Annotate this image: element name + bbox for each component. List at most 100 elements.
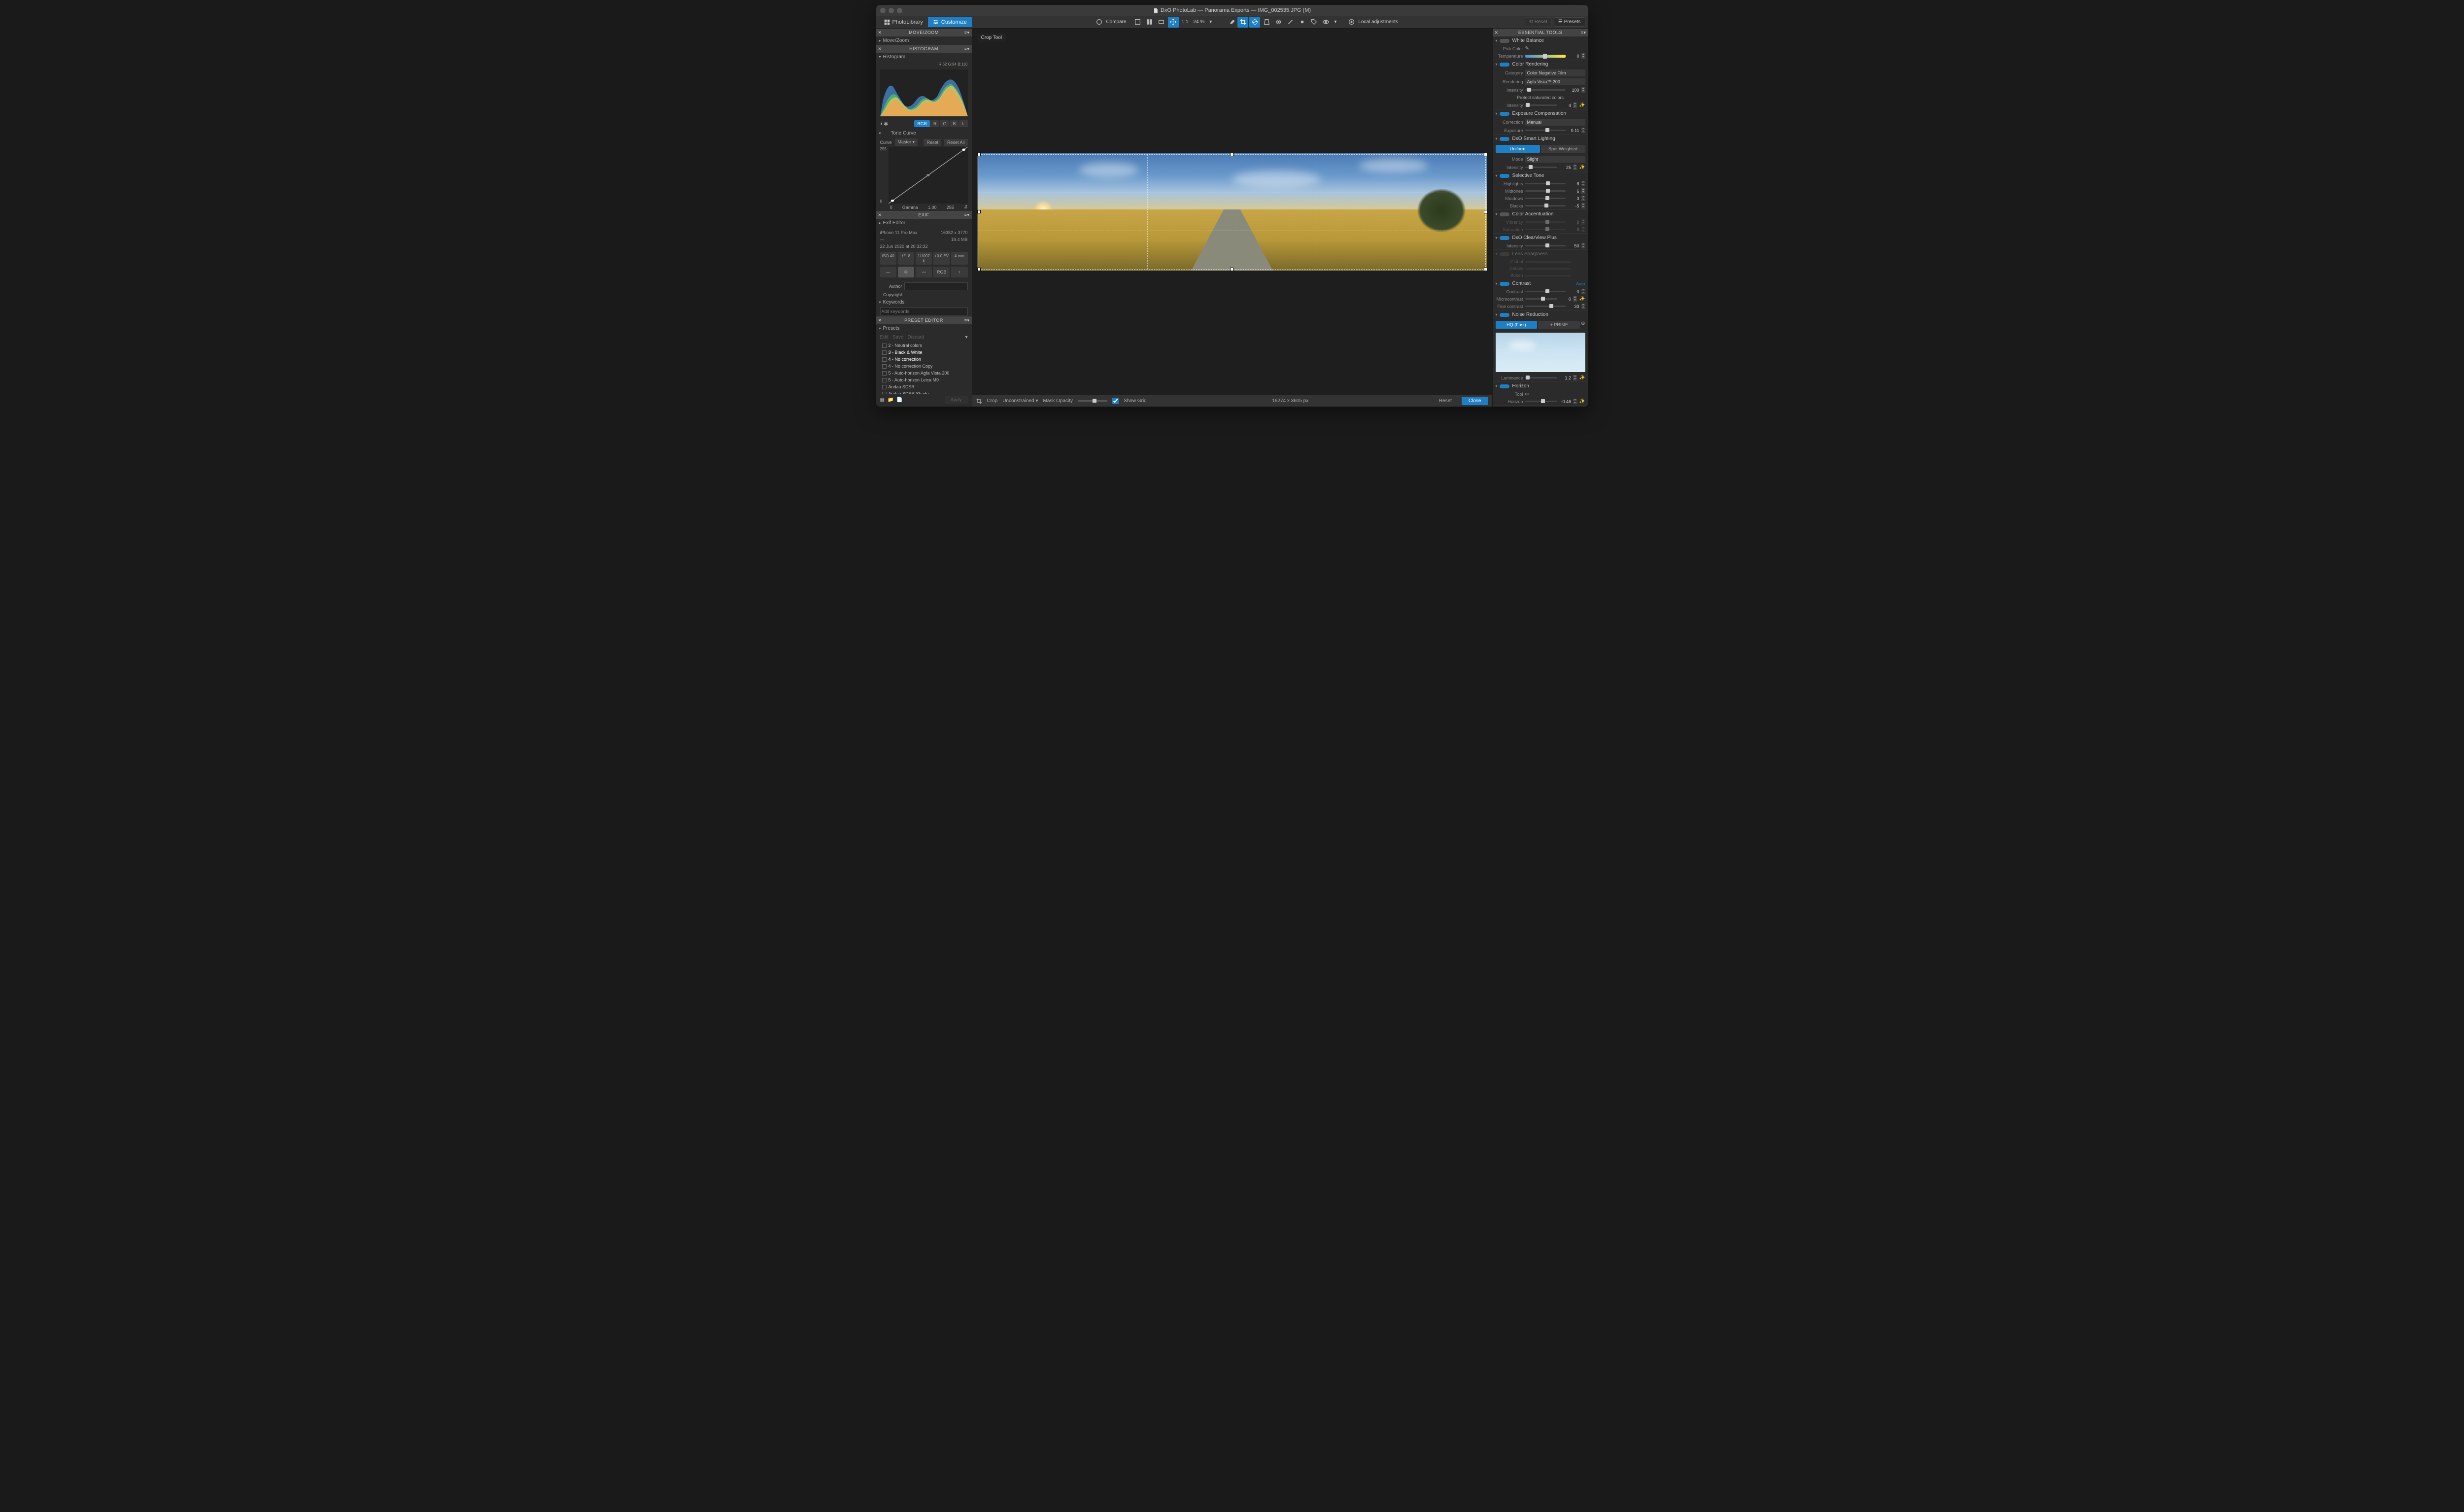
curve-reset-button[interactable]: Reset [924, 139, 941, 146]
crop-handle-se[interactable] [1484, 268, 1487, 271]
prime-button[interactable]: + PRIME [1538, 321, 1580, 329]
h-slider[interactable] [1525, 401, 1558, 402]
mc-slider[interactable] [1525, 298, 1558, 300]
curve-master-select[interactable]: Master ▾ [895, 138, 918, 146]
fc-slider[interactable] [1525, 306, 1566, 307]
wand-icon[interactable]: ✨ [1579, 399, 1585, 404]
stepper[interactable]: ▴▾ [1581, 304, 1585, 309]
stepper[interactable]: ▴▾ [1581, 219, 1585, 225]
horizon-title[interactable]: ▾Horizon [1493, 382, 1588, 390]
stepper[interactable]: ▴▾ [1581, 227, 1585, 232]
fit-button[interactable] [1156, 17, 1167, 28]
noise-preview[interactable] [1496, 333, 1585, 372]
hq-button[interactable]: HQ (Fast) [1496, 321, 1538, 329]
spot-button[interactable] [1297, 17, 1307, 28]
histogram-tab-b[interactable]: B [950, 120, 958, 127]
preset-item[interactable]: 5 - Auto-horizon Leica M9 [880, 377, 968, 383]
presets-button[interactable]: ☰ Presets [1554, 17, 1585, 27]
clearview-title[interactable]: ▾DxO ClearView Plus [1493, 234, 1588, 242]
crop-overlay[interactable] [979, 154, 1486, 270]
tonecurve-graph[interactable] [889, 147, 968, 204]
movezoom-row[interactable]: ▸Move/Zoom [876, 36, 972, 45]
color-render-title[interactable]: ▾Color Rendering [1493, 60, 1588, 69]
histogram-tab-l[interactable]: L [959, 120, 967, 127]
keywords-input[interactable] [880, 308, 968, 315]
stepper-icon[interactable]: ⇵ [964, 205, 968, 210]
sh-slider[interactable] [1525, 198, 1566, 199]
preset-discard[interactable]: Discard [908, 335, 924, 340]
exif-chip-2[interactable]: ⚙ [898, 267, 914, 277]
crop-handle-n[interactable] [1230, 153, 1233, 156]
smart-title[interactable]: ▾DxO Smart Lighting [1493, 135, 1588, 143]
mask-slider[interactable] [1078, 400, 1107, 402]
menu-icon[interactable]: ≡▾ [964, 318, 970, 323]
tonecurve-sub[interactable]: ▾Tone Curve [876, 129, 972, 137]
histogram-sub[interactable]: ▾Histogram [876, 53, 972, 61]
repair-button[interactable] [1285, 17, 1296, 28]
loupe-icon[interactable]: ⊕ [1581, 321, 1585, 329]
zoom-dropdown-icon[interactable]: ▾ [1207, 19, 1214, 25]
zoom-pct-label[interactable]: 24 % [1191, 19, 1206, 25]
exif-sub[interactable]: ▸Exif Editor [876, 219, 972, 227]
close-icon[interactable]: ✕ [1495, 30, 1499, 35]
hand-button[interactable] [1168, 17, 1179, 28]
stepper[interactable]: ▴▾ [1581, 188, 1585, 194]
crop-handle-s[interactable] [1230, 268, 1233, 271]
preset-save[interactable]: Save [892, 335, 904, 340]
canvas[interactable]: Crop Tool [972, 29, 1492, 395]
auto-label[interactable]: Auto [1576, 281, 1585, 286]
stepper[interactable]: ▴▾ [1581, 53, 1585, 59]
show-grid-checkbox[interactable] [1112, 398, 1119, 404]
zoom-fit-label[interactable]: 1:1 [1180, 19, 1191, 25]
preset-thumb-icon[interactable]: ▦ [880, 397, 885, 403]
noise-title[interactable]: ▾Noise Reduction [1493, 310, 1588, 319]
contrast-title[interactable]: ▾ContrastAuto [1493, 279, 1588, 288]
preset-item[interactable]: Andau SDSR Shade [880, 390, 968, 394]
histogram-tab-rgb[interactable]: RGB [914, 120, 930, 127]
vib-slider[interactable] [1525, 221, 1566, 223]
exposure-title[interactable]: ▾Exposure Compensation [1493, 109, 1588, 118]
hi-slider[interactable] [1525, 183, 1566, 184]
preset-new-icon[interactable]: 📄 [896, 397, 902, 403]
menu-icon[interactable]: ≡▾ [964, 46, 970, 52]
stepper[interactable]: ▴▾ [1581, 203, 1585, 208]
mode-select[interactable]: Slight [1525, 156, 1585, 163]
close-icon[interactable]: ✕ [878, 212, 882, 218]
tab-photolibrary[interactable]: PhotoLibrary [879, 17, 928, 27]
eyedropper-icon[interactable]: ✎ [1525, 46, 1529, 51]
mid-slider[interactable] [1525, 190, 1566, 192]
curve-resetall-button[interactable]: Reset All [944, 139, 968, 146]
stepper[interactable]: ▴▾ [1573, 399, 1577, 404]
crop-close-button[interactable]: Close [1462, 397, 1488, 405]
accent-title[interactable]: ▾Color Accentuation [1493, 210, 1588, 218]
aspect-select[interactable]: Unconstrained ▾ [1002, 398, 1038, 404]
corr-select[interactable]: Manual [1525, 119, 1585, 126]
stepper[interactable]: ▴▾ [1573, 296, 1577, 302]
lum-slider[interactable] [1525, 377, 1558, 378]
temp-slider[interactable] [1525, 55, 1566, 58]
prot-int-slider[interactable] [1525, 104, 1558, 106]
stepper[interactable]: ▴▾ [1581, 128, 1585, 133]
perspective-button[interactable] [1261, 17, 1272, 28]
preset-item[interactable]: 2 - Neutral colors [880, 342, 968, 349]
close-icon[interactable]: ✕ [878, 318, 882, 323]
wand-icon[interactable]: ✨ [1579, 165, 1585, 170]
tab-customize[interactable]: Customize [928, 17, 972, 27]
stepper[interactable]: ▴▾ [1581, 87, 1585, 93]
wand-icon[interactable]: ✨ [1579, 296, 1585, 302]
cv-int-slider[interactable] [1525, 245, 1566, 246]
stepper[interactable]: ▴▾ [1581, 289, 1585, 294]
sharp-title[interactable]: ▾Lens Sharpness [1493, 250, 1588, 258]
close-icon[interactable]: ✕ [878, 46, 882, 52]
photo-preview[interactable] [977, 153, 1487, 271]
author-input[interactable] [904, 282, 968, 290]
view-single-button[interactable] [1132, 17, 1143, 28]
intensity-slider[interactable] [1525, 89, 1566, 91]
preview-button[interactable] [1320, 17, 1331, 28]
maximize-window-icon[interactable] [897, 8, 902, 13]
exif-chip-1[interactable]: — [880, 267, 896, 277]
preset-item[interactable]: Andau SDSR [880, 383, 968, 390]
crop-reset-button[interactable]: Reset [1434, 397, 1457, 405]
horizon-button[interactable] [1249, 17, 1260, 28]
wb-picker-button[interactable] [1226, 17, 1236, 28]
